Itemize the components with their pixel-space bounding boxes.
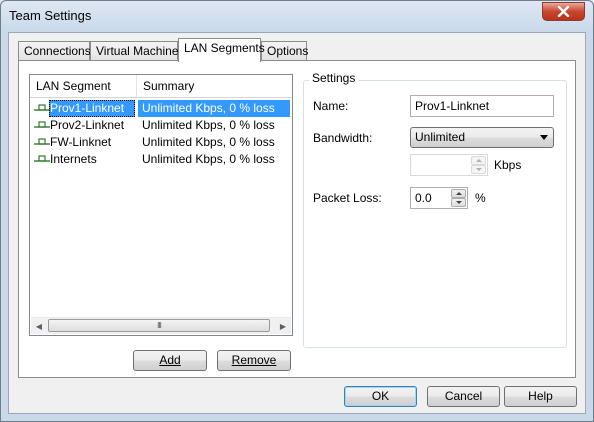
bandwidth-selected-value: Unlimited xyxy=(415,130,466,144)
segment-name: Prov2-Linknet xyxy=(50,118,125,132)
network-segment-icon xyxy=(34,104,50,111)
packet-loss-decrement-button[interactable] xyxy=(451,198,466,207)
tab-virtual-machines[interactable]: Virtual Machines xyxy=(90,41,185,61)
remove-button[interactable]: Remove xyxy=(217,350,291,371)
tab-lan-segments[interactable]: LAN Segments xyxy=(178,38,265,62)
lan-segment-list[interactable]: LAN Segment Summary Prov1-Linknet Unlimi… xyxy=(29,74,293,336)
list-item[interactable]: Prov2-Linknet Unlimited Kbps, 0 % loss xyxy=(32,117,290,134)
packet-loss-stepper[interactable]: 0.0 xyxy=(410,187,468,209)
chevron-down-icon xyxy=(455,201,462,204)
tab-label: LAN Segments xyxy=(184,41,265,55)
bandwidth-select[interactable]: Unlimited xyxy=(410,127,554,148)
ok-button-label: OK xyxy=(371,389,390,403)
kbps-unit-label: Kbps xyxy=(494,158,522,172)
kbps-increment-button[interactable] xyxy=(471,156,486,165)
tab-label: Options xyxy=(267,44,309,58)
list-header: LAN Segment Summary xyxy=(30,75,292,98)
title-bar[interactable]: Team Settings xyxy=(1,1,593,31)
list-item[interactable]: FW-Linknet Unlimited Kbps, 0 % loss xyxy=(32,134,290,151)
dialog-button-bar: OK Cancel Help xyxy=(9,378,585,413)
horizontal-scrollbar[interactable]: ◀ III ▶ xyxy=(31,317,291,334)
lan-segments-panel: LAN Segment Summary Prov1-Linknet Unlimi… xyxy=(18,60,576,378)
kbps-stepper[interactable] xyxy=(410,154,488,176)
packet-loss-label: Packet Loss: xyxy=(313,191,382,205)
list-item[interactable]: Prov1-Linknet Unlimited Kbps, 0 % loss xyxy=(32,100,290,117)
scroll-right-button[interactable]: ▶ xyxy=(275,318,291,334)
window-title: Team Settings xyxy=(9,8,92,23)
chevron-down-icon xyxy=(475,168,482,171)
segment-name: FW-Linknet xyxy=(50,135,112,149)
network-segment-icon xyxy=(34,155,50,162)
list-item[interactable]: Internets Unlimited Kbps, 0 % loss xyxy=(32,151,290,168)
segment-summary: Unlimited Kbps, 0 % loss xyxy=(142,152,275,166)
tab-label: Virtual Machines xyxy=(96,44,185,58)
network-segment-icon xyxy=(34,121,50,128)
chevron-left-icon: ◀ xyxy=(35,321,43,331)
help-button[interactable]: Help xyxy=(504,386,577,407)
tab-connections[interactable]: Connections xyxy=(18,41,91,61)
segment-summary: Unlimited Kbps, 0 % loss xyxy=(142,135,275,149)
settings-group xyxy=(303,80,567,348)
segment-summary: Unlimited Kbps, 0 % loss xyxy=(142,101,275,115)
packet-loss-increment-button[interactable] xyxy=(451,189,466,198)
grip-icon: III xyxy=(157,321,162,330)
kbps-decrement-button[interactable] xyxy=(471,165,486,174)
network-segment-icon xyxy=(34,138,50,145)
settings-group-title: Settings xyxy=(309,71,359,85)
scroll-left-button[interactable]: ◀ xyxy=(31,318,47,334)
bandwidth-label: Bandwidth: xyxy=(313,131,373,145)
chevron-up-icon xyxy=(455,192,462,195)
name-input[interactable]: Prov1-Linknet xyxy=(410,95,554,117)
column-header-summary[interactable]: Summary xyxy=(137,75,292,97)
tab-options[interactable]: Options xyxy=(261,41,309,61)
segment-name: Internets xyxy=(50,152,97,166)
add-button-label: Add xyxy=(159,353,181,367)
team-settings-window: Team Settings Connections Virtual Machin… xyxy=(0,0,594,422)
cancel-button-label: Cancel xyxy=(444,389,483,403)
help-button-label: Help xyxy=(528,389,553,403)
column-header-lan-segment[interactable]: LAN Segment xyxy=(30,75,137,97)
dialog-client-area: Connections Virtual Machines LAN Segment… xyxy=(8,32,586,414)
chevron-down-icon xyxy=(540,135,548,140)
close-button[interactable] xyxy=(542,2,585,21)
add-button[interactable]: Add xyxy=(133,350,207,371)
remove-button-label: Remove xyxy=(231,353,277,367)
ok-button[interactable]: OK xyxy=(344,386,417,407)
chevron-right-icon: ▶ xyxy=(279,321,287,331)
cancel-button[interactable]: Cancel xyxy=(427,386,500,407)
segment-name: Prov1-Linknet xyxy=(50,101,125,115)
close-icon xyxy=(557,6,570,17)
name-label: Name: xyxy=(313,99,349,113)
tab-label: Connections xyxy=(24,44,91,58)
chevron-up-icon xyxy=(475,159,482,162)
packet-loss-value: 0.0 xyxy=(415,191,432,205)
percent-unit-label: % xyxy=(475,191,486,205)
scrollbar-thumb[interactable]: III xyxy=(48,319,270,332)
segment-summary: Unlimited Kbps, 0 % loss xyxy=(142,118,275,132)
